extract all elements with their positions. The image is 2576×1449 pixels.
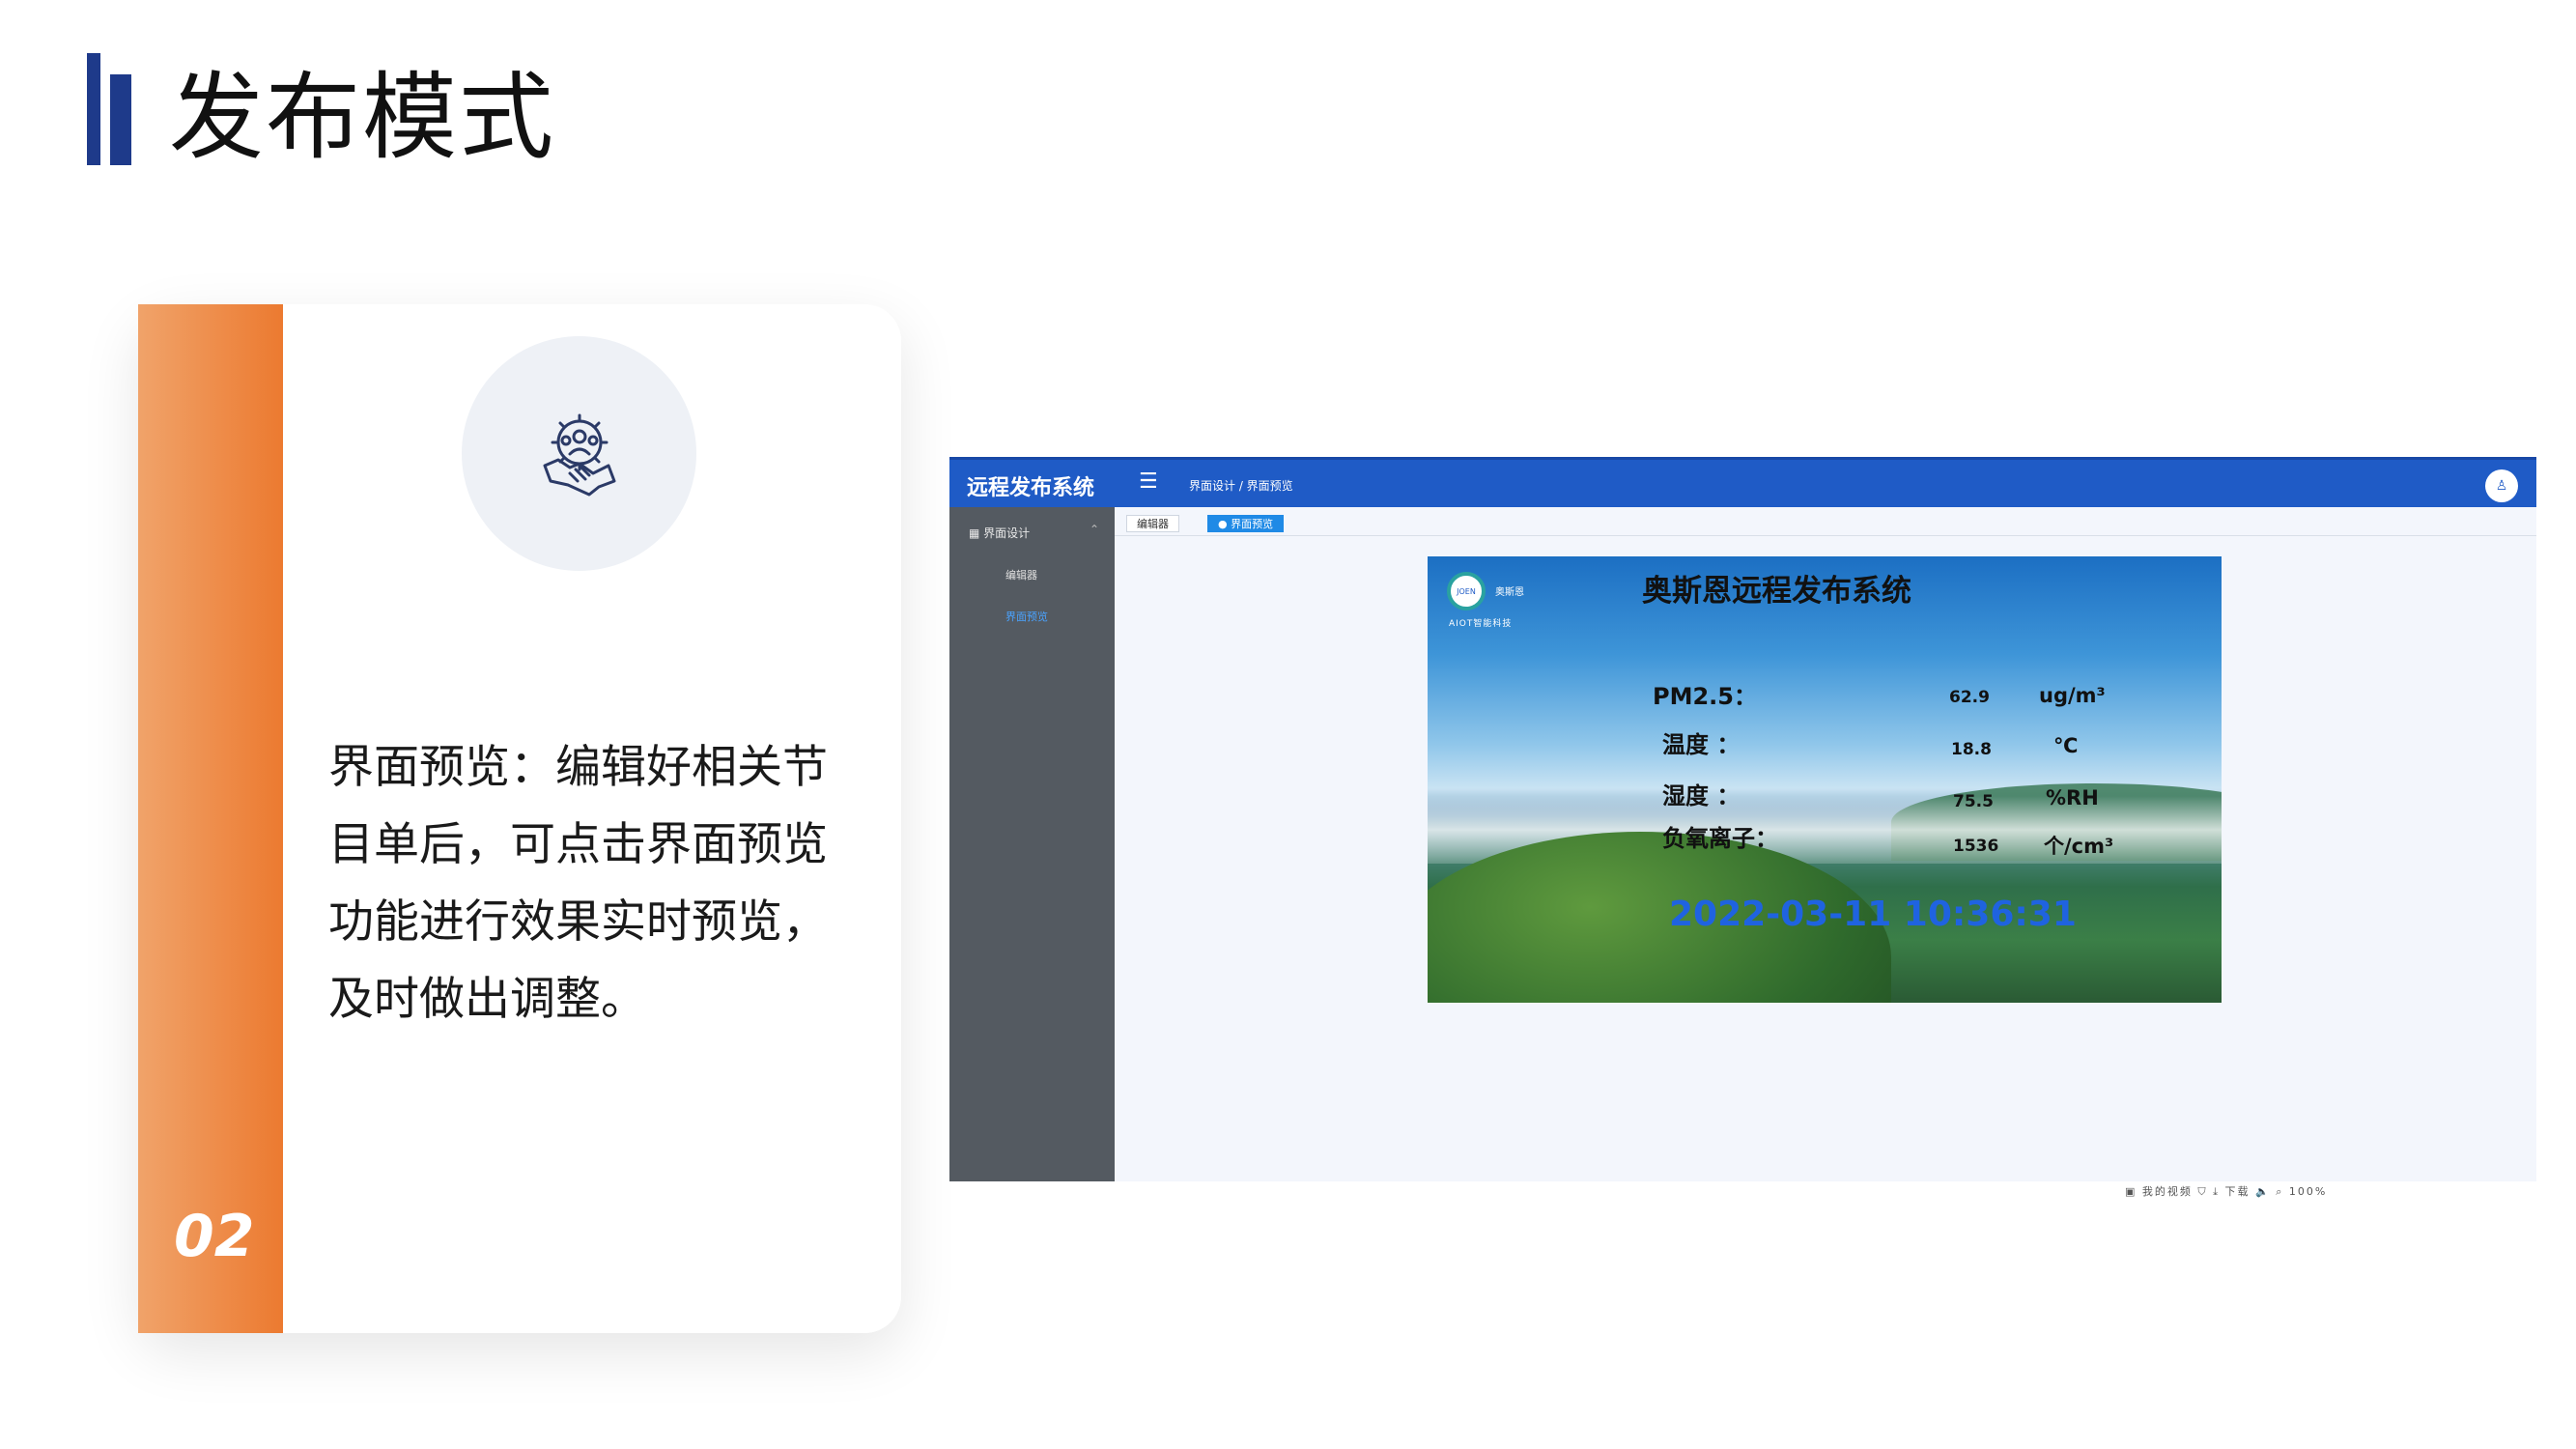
metric-value-humidity: 75.5	[1953, 792, 1994, 811]
metric-unit-humidity: %RH	[2046, 786, 2099, 810]
metric-value-negative-ions: 1536	[1953, 837, 1999, 856]
metric-unit-negative-ions: 个/cm³	[2044, 835, 2114, 858]
preview-screen: JOEN 奥斯恩 AIOT智能科技 奥斯恩远程发布系统 PM2.5： 62.9 …	[1428, 556, 2222, 1003]
metric-value-temperature: 18.8	[1951, 740, 1992, 759]
metric-unit-temperature: ℃	[2053, 734, 2079, 757]
preview-datetime: 2022-03-11 10:36:31	[1669, 895, 2077, 934]
tab-preview-label: 界面预览	[1231, 518, 1274, 530]
app-name: 远程发布系统	[967, 476, 1095, 500]
download-label[interactable]: 下载	[2225, 1185, 2250, 1198]
sidebar-item-editor[interactable]: 编辑器	[1005, 567, 1037, 582]
metric-value-pm25: 62.9	[1949, 688, 1990, 707]
title-accent-bars	[87, 53, 141, 165]
zoom-level[interactable]: 100%	[2289, 1185, 2327, 1198]
metric-unit-pm25: ug/m³	[2039, 684, 2106, 707]
tab-preview[interactable]: ● 界面预览	[1207, 515, 1285, 532]
teamwork-handshake-gear-icon	[462, 336, 696, 571]
slide: 发布模式 02 界面预览：编辑好相关节目单后，可点击界面预览功能进行效果实时预览…	[0, 0, 2576, 1449]
preview-title: 奥斯恩远程发布系统	[1642, 574, 1911, 609]
metric-label-negative-ions: 负氧离子：	[1662, 825, 1778, 852]
card-accent-strip	[138, 304, 283, 1333]
volume-icon[interactable]: 🔈	[2255, 1185, 2271, 1198]
sidebar-item-preview[interactable]: 界面预览	[1005, 609, 1048, 624]
download-icon[interactable]: ⤓	[2213, 1185, 2220, 1198]
tab-bar: 编辑器 ● 界面预览	[1115, 507, 2536, 536]
hamburger-menu-icon[interactable]: ☰	[1139, 469, 1158, 494]
user-avatar-icon[interactable]: ♙	[2485, 469, 2518, 502]
company-logo: JOEN	[1447, 572, 1486, 611]
my-video-label[interactable]: 我的视频	[2142, 1185, 2193, 1198]
video-icon[interactable]: ▣	[2125, 1185, 2137, 1198]
sidebar: ▦ 界面设计 ⌃ 编辑器 界面预览	[949, 507, 1115, 1181]
page-title: 发布模式	[169, 63, 556, 173]
app-screenshot: 远程发布系统 ☰ 界面设计 / 界面预览 ♙ ▦ 界面设计 ⌃ 编辑器 界面预览…	[949, 457, 2536, 1181]
company-slogan: AIOT智能科技	[1449, 619, 1513, 629]
active-dot-icon: ●	[1218, 518, 1231, 530]
chevron-up-icon[interactable]: ⌃	[1090, 523, 1099, 536]
zoom-icon[interactable]: ⌕	[2276, 1185, 2283, 1198]
browser-statusbar: ▣ 我的视频 ⛉ ⤓ 下载 🔈 ⌕ 100%	[2125, 1183, 2327, 1199]
metric-label-humidity: 湿度 ：	[1662, 782, 1741, 810]
grid-icon: ▦	[969, 526, 980, 540]
tab-editor[interactable]: 编辑器	[1126, 515, 1179, 532]
breadcrumb: 界面设计 / 界面预览	[1189, 479, 1293, 493]
sidebar-group-label: 界面设计	[983, 526, 1031, 540]
shield-icon[interactable]: ⛉	[2197, 1185, 2207, 1198]
company-name: 奥斯恩	[1495, 587, 1524, 598]
metric-label-pm25: PM2.5：	[1653, 683, 1757, 710]
metric-label-temperature: 温度 ：	[1662, 731, 1741, 758]
card-number: 02	[174, 1203, 255, 1270]
app-header: 远程发布系统 ☰ 界面设计 / 界面预览 ♙	[949, 457, 2536, 507]
card-description: 界面预览：编辑好相关节目单后，可点击界面预览功能进行效果实时预览，及时做出调整。	[328, 741, 828, 1026]
sidebar-group-interface-design[interactable]: ▦ 界面设计	[969, 525, 1030, 541]
